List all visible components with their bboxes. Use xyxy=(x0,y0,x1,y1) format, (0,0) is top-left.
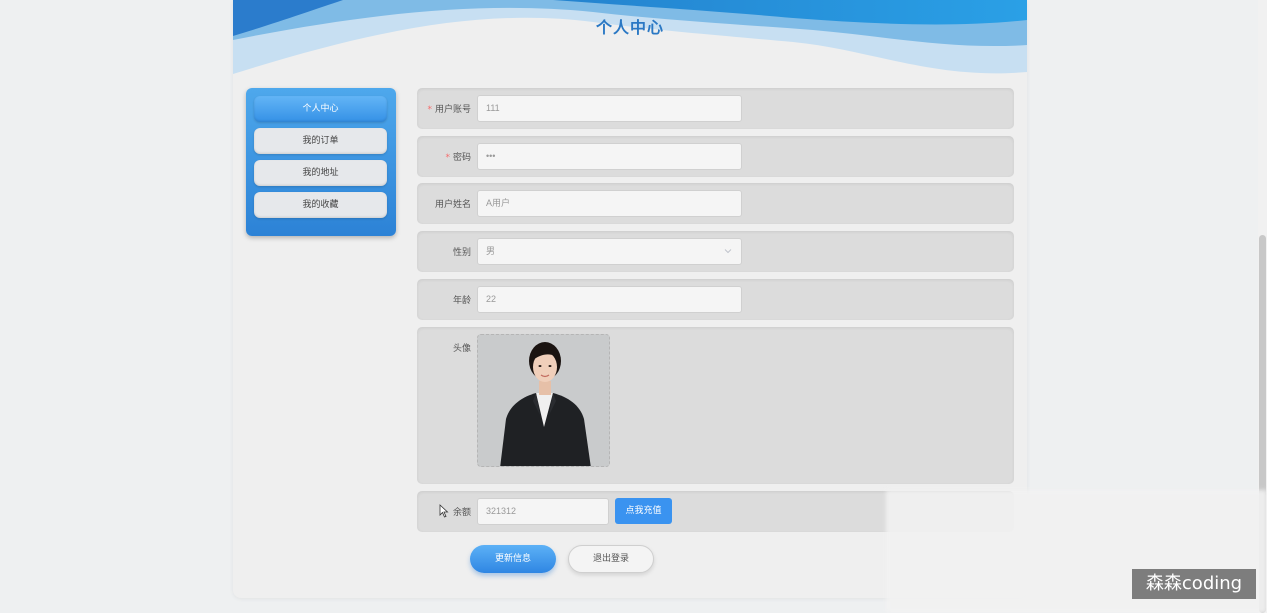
logout-button[interactable]: 退出登录 xyxy=(568,545,654,573)
watermark: 森森coding xyxy=(1132,569,1256,599)
sidebar-menu: 个人中心 我的订单 我的地址 我的收藏 xyxy=(246,88,396,236)
form-row-account: * 用户账号 111 xyxy=(417,88,1014,129)
gender-label: 性别 xyxy=(452,248,471,258)
chevron-down-icon xyxy=(724,249,732,254)
age-label: 年龄 xyxy=(452,296,471,306)
sidebar-item-addresses[interactable]: 我的地址 xyxy=(254,160,387,186)
account-input[interactable]: 111 xyxy=(477,95,742,122)
sidebar-item-favorites[interactable]: 我的收藏 xyxy=(254,192,387,218)
gender-select[interactable]: 男 xyxy=(477,238,742,265)
password-label: * 密码 xyxy=(445,153,471,163)
sidebar-item-orders[interactable]: 我的订单 xyxy=(254,128,387,154)
form-row-avatar: 头像 xyxy=(417,327,1014,484)
form-row-password: * 密码 ••• xyxy=(417,136,1014,177)
name-input[interactable]: A用户 xyxy=(477,190,742,217)
avatar-photo xyxy=(478,335,609,466)
password-input[interactable]: ••• xyxy=(477,143,742,170)
required-mark: * xyxy=(427,105,432,115)
account-label: * 用户账号 xyxy=(427,105,471,115)
header-wave-decoration xyxy=(233,0,1027,74)
mouse-cursor-icon xyxy=(439,504,449,518)
gender-value: 男 xyxy=(486,246,496,256)
recharge-button[interactable]: 点我充值 xyxy=(615,498,672,524)
balance-label: 余额 xyxy=(452,508,471,518)
avatar-label: 头像 xyxy=(452,344,471,354)
form-row-age: 年龄 22 xyxy=(417,279,1014,320)
update-info-button[interactable]: 更新信息 xyxy=(470,545,556,573)
required-mark: * xyxy=(445,153,450,163)
avatar-upload[interactable] xyxy=(477,334,610,467)
form-row-gender: 性别 男 xyxy=(417,231,1014,272)
balance-input[interactable]: 321312 xyxy=(477,498,609,525)
age-input[interactable]: 22 xyxy=(477,286,742,313)
form-row-name: 用户姓名 A用户 xyxy=(417,183,1014,224)
sidebar-item-profile[interactable]: 个人中心 xyxy=(254,96,387,122)
name-label: 用户姓名 xyxy=(434,200,471,210)
page-title: 个人中心 xyxy=(595,18,664,37)
